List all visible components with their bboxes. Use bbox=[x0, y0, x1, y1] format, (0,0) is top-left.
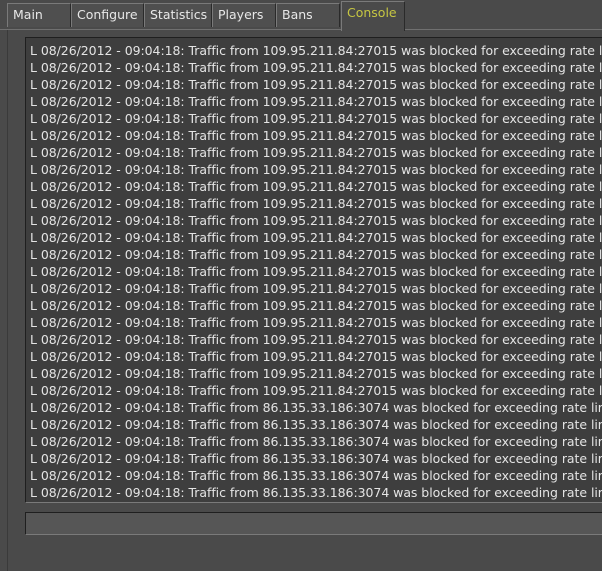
console-log-line: L 08/26/2012 - 09:04:18: Traffic from 10… bbox=[30, 94, 602, 109]
console-log-line: L 08/26/2012 - 09:04:18: Traffic from 10… bbox=[30, 383, 602, 398]
tab-bans[interactable]: Bans bbox=[276, 3, 340, 27]
console-log-line: L 08/26/2012 - 09:04:18: Traffic from 86… bbox=[30, 451, 602, 466]
console-log-line: L 08/26/2012 - 09:04:18: Traffic from 10… bbox=[30, 332, 602, 347]
tab-bar: Main Configure Statistics Players Bans C… bbox=[0, 0, 602, 31]
console-log-line: L 08/26/2012 - 09:04:18: Traffic from 10… bbox=[30, 349, 602, 364]
tab-baseline bbox=[0, 29, 602, 30]
console-log-line: L 08/26/2012 - 09:04:18: Traffic from 10… bbox=[30, 298, 602, 313]
console-log-line: L 08/26/2012 - 09:04:18: Traffic from 10… bbox=[30, 366, 602, 381]
console-log-line: L 08/26/2012 - 09:04:18: Traffic from 86… bbox=[30, 417, 602, 432]
server-admin-window: Main Configure Statistics Players Bans C… bbox=[0, 0, 602, 571]
tab-main[interactable]: Main bbox=[7, 3, 71, 27]
console-log-line: L 08/26/2012 - 09:04:18: Traffic from 10… bbox=[30, 60, 602, 75]
console-log-list: L 08/26/2012 - 09:04:18: Traffic from 10… bbox=[30, 42, 602, 502]
tab-statistics[interactable]: Statistics bbox=[144, 3, 212, 27]
console-log-line: L 08/26/2012 - 09:04:18: Traffic from 10… bbox=[30, 111, 602, 126]
console-log-line: L 08/26/2012 - 09:04:18: Traffic from 10… bbox=[30, 230, 602, 245]
console-log-line: L 08/26/2012 - 09:04:18: Traffic from 10… bbox=[30, 145, 602, 160]
console-log-line: L 08/26/2012 - 09:04:18: Traffic from 10… bbox=[30, 213, 602, 228]
console-log-line: L 08/26/2012 - 09:04:18: Traffic from 86… bbox=[30, 501, 602, 502]
console-log-line: L 08/26/2012 - 09:04:18: Traffic from 10… bbox=[30, 196, 602, 211]
tab-configure[interactable]: Configure bbox=[71, 3, 144, 27]
panel-left-border bbox=[7, 30, 8, 571]
console-log-line: L 08/26/2012 - 09:04:18: Traffic from 10… bbox=[30, 43, 602, 58]
console-log-line: L 08/26/2012 - 09:04:18: Traffic from 10… bbox=[30, 77, 602, 92]
tab-console[interactable]: Console bbox=[341, 1, 405, 31]
console-log-line: L 08/26/2012 - 09:04:18: Traffic from 10… bbox=[30, 315, 602, 330]
console-command-input[interactable] bbox=[25, 512, 602, 535]
tab-players[interactable]: Players bbox=[212, 3, 276, 27]
console-output[interactable]: L 08/26/2012 - 09:04:18: Traffic from 10… bbox=[25, 37, 602, 503]
console-log-line: L 08/26/2012 - 09:04:18: Traffic from 10… bbox=[30, 247, 602, 262]
console-log-line: L 08/26/2012 - 09:04:18: Traffic from 86… bbox=[30, 434, 602, 449]
console-log-line: L 08/26/2012 - 09:04:18: Traffic from 10… bbox=[30, 128, 602, 143]
console-log-line: L 08/26/2012 - 09:04:18: Traffic from 10… bbox=[30, 281, 602, 296]
console-log-line: L 08/26/2012 - 09:04:18: Traffic from 86… bbox=[30, 485, 602, 500]
console-log-line: L 08/26/2012 - 09:04:18: Traffic from 86… bbox=[30, 468, 602, 483]
console-log-line: L 08/26/2012 - 09:04:18: Traffic from 10… bbox=[30, 264, 602, 279]
console-log-line: L 08/26/2012 - 09:04:18: Traffic from 10… bbox=[30, 162, 602, 177]
console-log-line: L 08/26/2012 - 09:04:18: Traffic from 10… bbox=[30, 179, 602, 194]
console-log-line: L 08/26/2012 - 09:04:18: Traffic from 86… bbox=[30, 400, 602, 415]
